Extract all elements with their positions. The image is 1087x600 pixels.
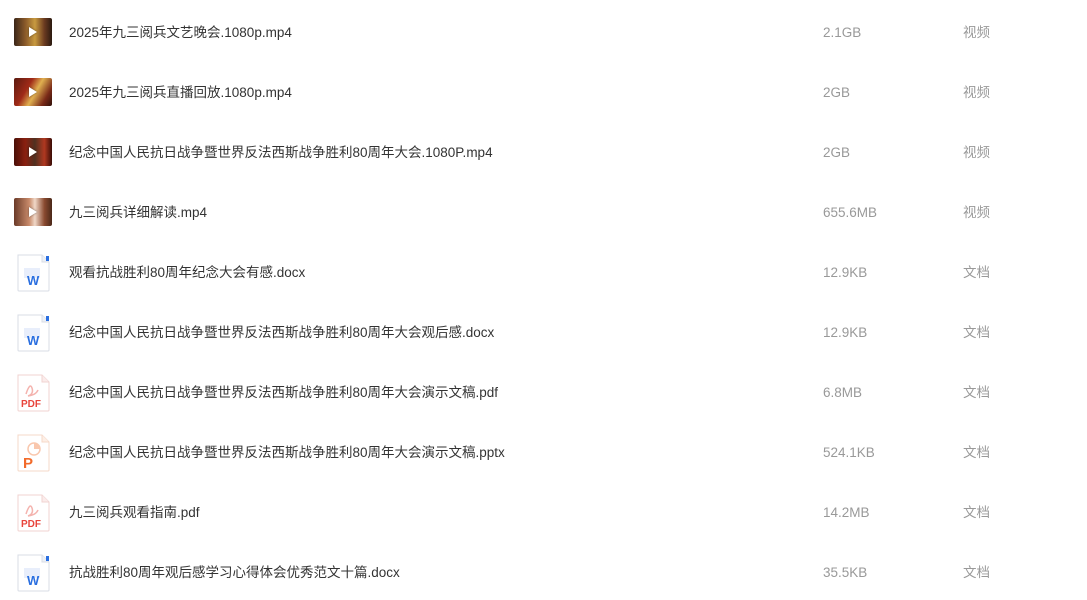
file-size: 6.8MB <box>823 385 863 400</box>
file-row[interactable]: P 纪念中国人民抗日战争暨世界反法西斯战争胜利80周年大会演示文稿.pptx 5… <box>0 422 1087 482</box>
pdf-doc-icon: PDF <box>13 372 53 412</box>
file-type: 文档 <box>963 565 990 580</box>
play-icon <box>29 87 37 97</box>
video-thumbnail-icon <box>13 12 53 52</box>
file-name[interactable]: 纪念中国人民抗日战争暨世界反法西斯战争胜利80周年大会观后感.docx <box>69 302 494 362</box>
file-name[interactable]: 观看抗战胜利80周年纪念大会有感.docx <box>69 242 305 302</box>
file-size: 2GB <box>823 85 851 100</box>
file-row[interactable]: 九三阅兵详细解读.mp4 655.6MB 视频 <box>0 182 1087 242</box>
file-size: 655.6MB <box>823 205 878 220</box>
svg-text:P: P <box>23 455 33 472</box>
file-size: 524.1KB <box>823 445 875 460</box>
file-name[interactable]: 纪念中国人民抗日战争暨世界反法西斯战争胜利80周年大会演示文稿.pdf <box>69 362 498 422</box>
word-doc-icon: W <box>13 552 53 592</box>
file-type: 文档 <box>963 445 990 460</box>
file-type: 视频 <box>963 85 990 100</box>
file-name[interactable]: 九三阅兵详细解读.mp4 <box>69 182 207 242</box>
file-type: 视频 <box>963 25 990 40</box>
video-thumbnail-icon <box>13 132 53 172</box>
file-name[interactable]: 2025年九三阅兵直播回放.1080p.mp4 <box>69 62 292 122</box>
file-name[interactable]: 九三阅兵观看指南.pdf <box>69 482 200 542</box>
file-name[interactable]: 2025年九三阅兵文艺晚会.1080p.mp4 <box>69 2 292 62</box>
file-size: 2GB <box>823 145 851 160</box>
file-type: 视频 <box>963 145 990 160</box>
file-name[interactable]: 纪念中国人民抗日战争暨世界反法西斯战争胜利80周年大会演示文稿.pptx <box>69 422 505 482</box>
word-doc-icon: W <box>13 252 53 292</box>
svg-text:W: W <box>27 273 40 288</box>
file-type: 文档 <box>963 385 990 400</box>
file-type: 文档 <box>963 325 990 340</box>
file-size: 35.5KB <box>823 565 868 580</box>
svg-text:PDF: PDF <box>21 399 41 410</box>
file-name[interactable]: 纪念中国人民抗日战争暨世界反法西斯战争胜利80周年大会.1080P.mp4 <box>69 122 493 182</box>
play-icon <box>29 207 37 217</box>
play-icon <box>29 147 37 157</box>
file-row[interactable]: PDF 九三阅兵观看指南.pdf 14.2MB 文档 <box>0 482 1087 542</box>
file-type: 文档 <box>963 505 990 520</box>
file-type: 文档 <box>963 265 990 280</box>
file-row[interactable]: 纪念中国人民抗日战争暨世界反法西斯战争胜利80周年大会.1080P.mp4 2G… <box>0 122 1087 182</box>
play-icon <box>29 27 37 37</box>
file-size: 12.9KB <box>823 325 868 340</box>
video-thumbnail-icon <box>13 192 53 232</box>
file-type: 视频 <box>963 205 990 220</box>
ppt-doc-icon: P <box>13 432 53 472</box>
file-name[interactable]: 抗战胜利80周年观后感学习心得体会优秀范文十篇.docx <box>69 542 400 600</box>
file-row[interactable]: PDF 纪念中国人民抗日战争暨世界反法西斯战争胜利80周年大会演示文稿.pdf … <box>0 362 1087 422</box>
file-row[interactable]: W 抗战胜利80周年观后感学习心得体会优秀范文十篇.docx 35.5KB 文档 <box>0 542 1087 600</box>
file-size: 14.2MB <box>823 505 870 520</box>
file-list: 2025年九三阅兵文艺晚会.1080p.mp4 2.1GB 视频 2025年九三… <box>0 0 1087 600</box>
svg-text:W: W <box>27 333 40 348</box>
file-row[interactable]: 2025年九三阅兵直播回放.1080p.mp4 2GB 视频 <box>0 62 1087 122</box>
video-thumbnail-icon <box>13 72 53 112</box>
file-row[interactable]: 2025年九三阅兵文艺晚会.1080p.mp4 2.1GB 视频 <box>0 2 1087 62</box>
file-row[interactable]: W 观看抗战胜利80周年纪念大会有感.docx 12.9KB 文档 <box>0 242 1087 302</box>
pdf-doc-icon: PDF <box>13 492 53 532</box>
svg-text:PDF: PDF <box>21 519 41 530</box>
file-size: 12.9KB <box>823 265 868 280</box>
svg-text:W: W <box>27 573 40 588</box>
file-size: 2.1GB <box>823 25 862 40</box>
word-doc-icon: W <box>13 312 53 352</box>
file-row[interactable]: W 纪念中国人民抗日战争暨世界反法西斯战争胜利80周年大会观后感.docx 12… <box>0 302 1087 362</box>
